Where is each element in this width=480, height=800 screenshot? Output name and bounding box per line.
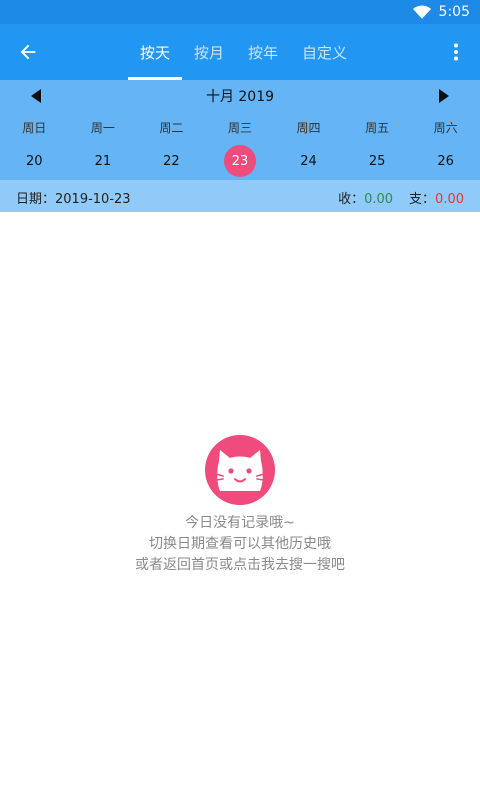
weekday-label: 周四 xyxy=(296,120,321,135)
calendar-day[interactable]: 25 xyxy=(343,144,412,178)
status-bar: 5:05 xyxy=(0,0,480,24)
cat-avatar[interactable] xyxy=(205,435,275,505)
calendar-day-selected[interactable]: 23 xyxy=(206,144,275,178)
status-right: 5:05 xyxy=(412,2,470,22)
tab-year[interactable]: 按年 xyxy=(236,24,290,80)
day-row: 20 21 22 23 24 25 26 xyxy=(0,144,480,178)
month-title: 十月 2019 xyxy=(205,89,275,105)
tab-custom-label: 自定义 xyxy=(302,43,348,62)
empty-message-line: 今日没有记录哦~ xyxy=(185,515,295,531)
expense-label: 支： xyxy=(409,192,436,207)
weekday-label: 周二 xyxy=(159,120,184,135)
calendar-day[interactable]: 26 xyxy=(411,144,480,178)
calendar-day-number: 20 xyxy=(26,153,43,169)
calendar-day-number: 21 xyxy=(94,153,112,169)
calendar-day-number: 24 xyxy=(300,153,317,169)
calendar-day-number: 22 xyxy=(163,153,180,169)
calendar-day-number: 23 xyxy=(223,145,256,177)
date-label: 日期： xyxy=(16,192,56,207)
empty-message-line: 切换日期查看可以其他历史哦 xyxy=(149,536,331,552)
expense-value: 0.00 xyxy=(435,192,464,207)
weekday-label: 周六 xyxy=(433,120,458,135)
summary-date: 日期：2019-10-23 xyxy=(16,188,131,207)
weekday-label: 周三 xyxy=(227,120,252,135)
income-label: 收： xyxy=(338,192,365,207)
wifi-icon xyxy=(412,5,431,19)
calendar-day[interactable]: 24 xyxy=(274,144,343,178)
empty-message: 今日没有记录哦~ 切换日期查看可以其他历史哦 或者返回首页或点击我去搜一搜吧 xyxy=(135,513,345,576)
summary-totals: 收：0.00 支：0.00 xyxy=(338,188,464,207)
calendar-day[interactable]: 22 xyxy=(137,144,206,178)
app-bar: 按天 按月 按年 自定义 xyxy=(0,24,480,80)
tab-month[interactable]: 按月 xyxy=(182,24,236,80)
empty-message-line: 或者返回首页或点击我去搜一搜吧 xyxy=(135,557,345,573)
next-month-button[interactable] xyxy=(432,86,456,106)
date-value: 2019-10-23 xyxy=(55,192,131,207)
income-value: 0.00 xyxy=(364,192,394,207)
week-calendar: 十月 2019 周日 周一 周二 周三 周四 周五 周六 20 21 22 23… xyxy=(0,80,480,180)
tab-custom[interactable]: 自定义 xyxy=(290,24,359,80)
calendar-day[interactable]: 21 xyxy=(69,144,138,178)
arrow-back-icon xyxy=(20,44,36,60)
month-row: 十月 2019 xyxy=(0,80,480,112)
tab-day-label: 按天 xyxy=(140,43,171,62)
summary-bar: 日期：2019-10-23 收：0.00 支：0.00 xyxy=(0,180,480,212)
calendar-day[interactable]: 20 xyxy=(0,144,69,178)
weekday-label: 周日 xyxy=(22,120,47,135)
expense-total: 支：0.00 xyxy=(409,188,464,207)
weekday-header-row: 周日 周一 周二 周三 周四 周五 周六 xyxy=(0,116,480,138)
triangle-right-icon xyxy=(439,89,449,103)
more-vert-icon xyxy=(454,43,458,61)
tab-day[interactable]: 按天 xyxy=(128,24,183,80)
income-total: 收：0.00 xyxy=(338,188,393,207)
back-button[interactable] xyxy=(12,36,44,68)
weekday-label: 周五 xyxy=(365,120,390,135)
period-tabs: 按天 按月 按年 自定义 xyxy=(128,24,359,80)
weekday-label: 周一 xyxy=(90,120,115,135)
more-options-button[interactable] xyxy=(440,36,472,68)
calendar-day-number: 26 xyxy=(437,153,454,169)
calendar-day-number: 25 xyxy=(368,153,386,169)
empty-state: 今日没有记录哦~ 切换日期查看可以其他历史哦 或者返回首页或点击我去搜一搜吧 xyxy=(0,435,480,576)
tab-year-label: 按年 xyxy=(248,43,279,62)
cat-face-icon xyxy=(215,450,265,491)
status-time: 5:05 xyxy=(438,4,470,20)
tab-month-label: 按月 xyxy=(194,43,225,62)
